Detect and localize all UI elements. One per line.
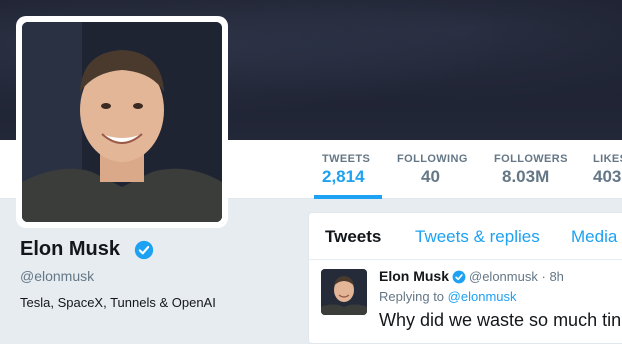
stat-label: LIKES bbox=[593, 153, 622, 165]
tweet-time[interactable]: 8h bbox=[549, 269, 563, 284]
avatar-portrait-icon bbox=[321, 269, 367, 315]
stat-value: 2,814 bbox=[322, 167, 365, 186]
tweet-text: Why did we waste so much tin bbox=[379, 310, 622, 330]
profile-name[interactable]: Elon Musk bbox=[20, 238, 120, 261]
tweet-meta: @elonmusk · 8h bbox=[469, 269, 564, 284]
profile-handle[interactable]: @elonmusk bbox=[20, 268, 94, 284]
avatar-portrait-icon bbox=[22, 22, 222, 222]
stat-followers[interactable]: FOLLOWERS 8.03M bbox=[494, 153, 568, 187]
stat-label: FOLLOWERS bbox=[494, 153, 568, 165]
stat-value: 8.03M bbox=[502, 167, 550, 186]
active-stat-indicator bbox=[314, 195, 382, 199]
stat-likes[interactable]: LIKES 403 bbox=[593, 153, 622, 187]
verified-badge-icon bbox=[134, 240, 154, 260]
stat-value: 403 bbox=[593, 167, 622, 186]
replying-prefix: Replying to bbox=[379, 289, 445, 304]
meta-separator: · bbox=[541, 269, 546, 284]
tweet-author-handle[interactable]: @elonmusk bbox=[469, 269, 538, 284]
tweet-author-name[interactable]: Elon Musk bbox=[379, 268, 449, 284]
profile-avatar-frame[interactable] bbox=[16, 16, 228, 228]
replying-to: Replying to @elonmusk bbox=[379, 289, 517, 304]
stat-tweets[interactable]: TWEETS 2,814 bbox=[322, 153, 370, 187]
tab-tweets[interactable]: Tweets bbox=[325, 227, 381, 247]
verified-badge-icon bbox=[452, 270, 466, 284]
timeline-tabs: Tweets Tweets & replies Media bbox=[309, 213, 622, 260]
stat-value: 40 bbox=[421, 167, 440, 186]
avatar bbox=[22, 22, 222, 222]
stat-following[interactable]: FOLLOWING 40 bbox=[397, 153, 468, 187]
replying-handle-link[interactable]: @elonmusk bbox=[448, 289, 517, 304]
profile-bio: Tesla, SpaceX, Tunnels & OpenAI bbox=[20, 295, 216, 310]
tweet-avatar[interactable] bbox=[321, 269, 367, 315]
stat-label: TWEETS bbox=[322, 153, 371, 165]
tab-media[interactable]: Media bbox=[571, 227, 617, 247]
tab-tweets-replies[interactable]: Tweets & replies bbox=[415, 227, 540, 247]
timeline-panel: Tweets Tweets & replies Media Elon Musk … bbox=[308, 212, 622, 344]
stat-label: FOLLOWING bbox=[397, 153, 468, 165]
